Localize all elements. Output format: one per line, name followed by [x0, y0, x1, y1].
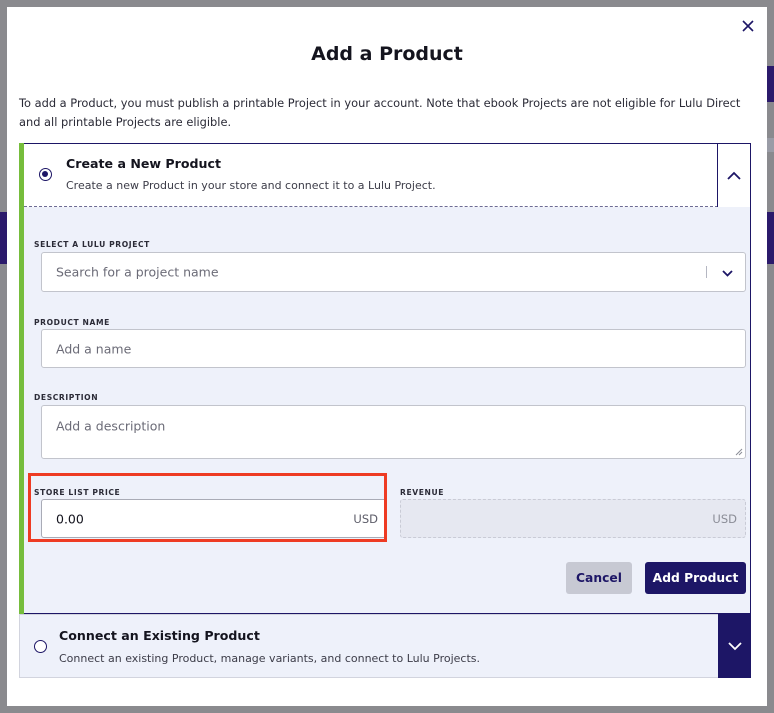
dialog-intro-text: To add a Product, you must publish a pri… — [19, 96, 741, 129]
revenue-label: REVENUE — [400, 488, 445, 497]
backdrop-banner-right — [767, 212, 774, 264]
annotation-highlight-box — [28, 473, 387, 542]
dialog-title: Add a Product — [311, 43, 463, 65]
backdrop-bar — [767, 138, 774, 152]
chevron-down-icon — [727, 641, 742, 650]
product-name-label: PRODUCT NAME — [34, 318, 110, 327]
cancel-button[interactable]: Cancel — [566, 562, 632, 594]
create-new-product-title: Create a New Product — [66, 156, 221, 171]
close-icon — [742, 20, 754, 32]
chevron-up-icon — [727, 171, 741, 180]
create-new-product-radio[interactable] — [39, 168, 52, 181]
product-name-placeholder: Add a name — [56, 341, 132, 356]
resize-handle-icon[interactable] — [735, 448, 743, 456]
connect-existing-product-radio[interactable] — [34, 640, 47, 653]
revenue-currency: USD — [712, 511, 737, 526]
connect-existing-product-title: Connect an Existing Product — [59, 628, 260, 643]
select-divider — [706, 266, 707, 278]
add-product-dialog: Add a Product To add a Product, you must… — [7, 7, 767, 706]
connect-existing-product-subtitle: Connect an existing Product, manage vari… — [59, 652, 481, 665]
create-new-product-header[interactable]: Create a New Product Create a new Produc… — [24, 144, 718, 207]
select-project-label: SELECT A LULU PROJECT — [34, 240, 150, 249]
revenue-field: USD — [400, 499, 746, 538]
create-new-product-subtitle: Create a new Product in your store and c… — [66, 179, 436, 192]
project-search-select[interactable]: Search for a project name — [41, 252, 746, 292]
backdrop-button — [767, 66, 774, 102]
chevron-down-icon — [721, 269, 733, 277]
collapse-toggle-button[interactable] — [717, 144, 750, 207]
backdrop-banner — [0, 212, 7, 264]
connect-existing-product-option[interactable]: Connect an Existing Product Connect an e… — [19, 614, 751, 678]
close-button[interactable] — [737, 15, 759, 37]
description-label: DESCRIPTION — [34, 393, 99, 402]
expand-toggle-button[interactable] — [718, 614, 751, 678]
add-product-button[interactable]: Add Product — [645, 562, 746, 594]
description-textarea[interactable]: Add a description — [41, 405, 746, 459]
select-dropdown-toggle[interactable] — [719, 265, 735, 281]
description-placeholder: Add a description — [56, 418, 166, 434]
product-name-input[interactable]: Add a name — [41, 329, 746, 368]
project-search-placeholder: Search for a project name — [56, 264, 219, 280]
selected-accent-bar — [19, 143, 24, 614]
create-new-product-option: Create a New Product Create a new Produc… — [19, 143, 751, 614]
